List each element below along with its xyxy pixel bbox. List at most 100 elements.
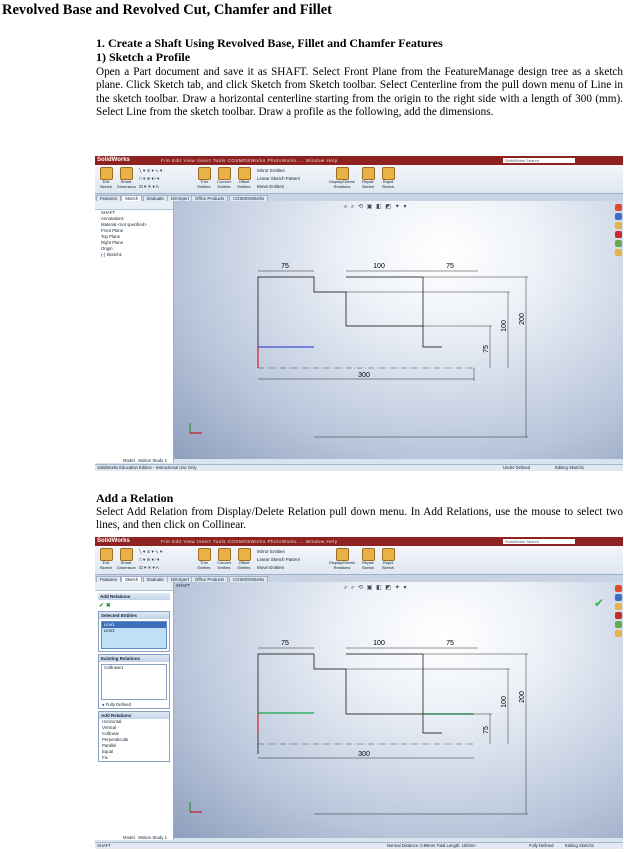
existing-relations-header: Existing Relations — [99, 655, 169, 662]
tree-item-sketch1[interactable]: (-) Sketch1 — [95, 252, 173, 258]
repair-sketch-button[interactable]: Repair Sketch — [359, 167, 377, 189]
selected-entities-header: Selected Entities — [99, 612, 169, 619]
triad-axes-icon — [189, 802, 202, 813]
status-edition: SolidWorks Education Edition - Instructi… — [97, 465, 197, 470]
solidworks-screenshot-sketch: SolidWorks File Edit View Insert Tools C… — [95, 156, 623, 471]
dim-75-top: 75 — [281, 263, 289, 270]
status-bar: SHAFT Normal Distance: 0.99mm Total Leng… — [95, 842, 623, 849]
sketch-tools-row[interactable]: ╲ ▾ ⊙ ▾ ∿ ▾ — [139, 168, 162, 174]
dim-100-top: 100 — [373, 640, 385, 647]
dim-200-vertical: 200 — [519, 313, 526, 325]
sketch-shapes-row[interactable]: □ ▾ ⊖ ▾ ∕ ▾ — [139, 176, 159, 182]
dim-300: 300 — [358, 751, 370, 758]
tab-model[interactable]: Model — [123, 835, 135, 840]
status-document: SHAFT — [97, 843, 111, 848]
display-delete-relations-button[interactable]: Display/Delete Relations — [327, 548, 357, 570]
sketch-shapes-row[interactable]: □ ▾ ⊖ ▾ ∕ ▾ — [139, 557, 159, 563]
search-input[interactable]: SolidWorks Search — [503, 158, 575, 163]
exit-sketch-button[interactable]: Exit Sketch — [97, 167, 115, 189]
graphics-area[interactable]: ⌕ ⌕ ⟲ ▣ ◧ ◩ ✦ ▾ 75 100 75 300 75 100 200 — [174, 201, 623, 459]
sketch-points-row[interactable]: ⊡ ▾ ✳ ▾ A — [139, 184, 159, 190]
panel-toolbar[interactable] — [95, 201, 173, 210]
rapid-sketch-button[interactable]: Rapid Sketch — [379, 548, 397, 570]
trim-entities-button[interactable]: Trim Entities — [195, 548, 213, 570]
menu-bar[interactable]: File Edit View Insert Tools COSMOSWorks … — [161, 539, 338, 544]
linear-pattern-button[interactable]: Linear Sketch Pattern — [257, 176, 300, 181]
list-item[interactable]: Line3 — [102, 628, 166, 634]
rapid-sketch-button[interactable]: Rapid Sketch — [379, 167, 397, 189]
dim-300: 300 — [358, 372, 370, 379]
smart-dimension-button[interactable]: Smart Dimension — [117, 548, 136, 570]
move-entities-button[interactable]: Move Entities — [257, 184, 284, 189]
task-pane-tabs[interactable] — [614, 583, 623, 639]
selected-entities-group: Selected Entities Line1 Line3 — [98, 611, 170, 652]
sketch-drawing: 75 100 75 300 75 100 200 — [189, 263, 528, 438]
model-tabs: Model Motion Study 1 — [123, 835, 167, 840]
dim-100-top: 100 — [373, 263, 385, 270]
dim-100-vertical: 100 — [501, 696, 508, 708]
solidworks-logo: SolidWorks — [97, 538, 130, 544]
sketch-drawing: 75 100 75 300 75 100 200 — [189, 640, 528, 815]
mirror-entities-button[interactable]: Mirror Entities — [257, 549, 285, 554]
tab-motion-study[interactable]: Motion Study 1 — [138, 835, 167, 840]
repair-sketch-button[interactable]: Repair Sketch — [359, 548, 377, 570]
dim-75-right: 75 — [446, 263, 454, 270]
panel-toolbar[interactable] — [95, 582, 173, 591]
triad-axes-icon — [189, 423, 202, 434]
property-manager: Add Relations ✔ ✖ Selected Entities Line… — [95, 582, 174, 840]
mirror-entities-button[interactable]: Mirror Entities — [257, 168, 285, 173]
ok-cancel-icons[interactable]: ✔ ✖ — [95, 602, 173, 609]
menu-bar[interactable]: File Edit View Insert Tools COSMOSWorks … — [161, 158, 338, 163]
info-icon: ● — [102, 702, 105, 707]
list-item[interactable]: Collinear1 — [102, 665, 166, 671]
command-tabs: Features Sketch Evaluate DimXpert Office… — [95, 575, 623, 583]
search-input[interactable]: SolidWorks Search — [503, 539, 575, 544]
task-pane-tabs[interactable] — [614, 202, 623, 258]
add-relation-heading: Add a Relation — [96, 491, 174, 505]
command-manager: Exit Sketch Smart Dimension ╲ ▾ ⊙ ▾ ∿ ▾ … — [95, 546, 623, 575]
graphics-area[interactable]: SHAFT ⌕ ⌕ ⟲ ▣ ◧ ◩ ✦ ▾ ✔ 75 100 75 300 75… — [174, 582, 623, 838]
selected-entities-list[interactable]: Line1 Line3 — [101, 621, 167, 649]
dim-75-vertical: 75 — [483, 726, 490, 734]
app-titlebar: SolidWorks File Edit View Insert Tools C… — [95, 156, 623, 165]
add-relations-group: Add Relations Horizontal Vertical Collin… — [98, 711, 170, 762]
solidworks-screenshot-add-relation: SolidWorks File Edit View Insert Tools C… — [95, 537, 623, 849]
existing-relations-list[interactable]: Collinear1 — [101, 664, 167, 700]
exit-sketch-button[interactable]: Exit Sketch — [97, 548, 115, 570]
status-definition: Under Defined — [503, 465, 531, 470]
subsection-heading: 1) Sketch a Profile — [96, 50, 191, 64]
command-manager: Exit Sketch Smart Dimension ╲ ▾ ⊙ ▾ ∿ ▾ … — [95, 165, 623, 194]
existing-relations-group: Existing Relations Collinear1 ● Fully De… — [98, 654, 170, 709]
sketch-tools-row[interactable]: ╲ ▾ ⊙ ▾ ∿ ▾ — [139, 549, 162, 555]
status-editing: Editing Sketch1 — [555, 465, 585, 470]
dim-200-vertical: 200 — [519, 691, 526, 703]
trim-entities-button[interactable]: Trim Entities — [195, 167, 213, 189]
dim-75-right: 75 — [446, 640, 454, 647]
status-editing: Editing Sketch1 — [565, 843, 595, 848]
offset-entities-button[interactable]: Offset Entities — [235, 548, 253, 570]
linear-pattern-button[interactable]: Linear Sketch Pattern — [257, 557, 300, 562]
status-definition: Fully Defined — [529, 843, 554, 848]
tab-model[interactable]: Model — [123, 458, 135, 463]
feature-manager-tree: SHAFT Annotations Material <not specifie… — [95, 201, 174, 463]
tab-motion-study[interactable]: Motion Study 1 — [138, 458, 167, 463]
solidworks-logo: SolidWorks — [97, 157, 130, 163]
command-tabs: Features Sketch Evaluate DimXpert Office… — [95, 194, 623, 202]
instruction-paragraph-1: Open a Part document and save it as SHAF… — [96, 66, 623, 119]
smart-dimension-button[interactable]: Smart Dimension — [117, 167, 136, 189]
convert-entities-button[interactable]: Convert Entities — [215, 548, 233, 570]
relation-fix-button[interactable]: Fix — [99, 755, 169, 761]
display-delete-relations-button[interactable]: Display/Delete Relations — [327, 167, 357, 189]
add-relations-header: Add Relations — [99, 712, 169, 719]
sketch-points-row[interactable]: ⊡ ▾ ✳ ▾ A — [139, 565, 159, 571]
convert-entities-button[interactable]: Convert Entities — [215, 167, 233, 189]
offset-entities-button[interactable]: Offset Entities — [235, 167, 253, 189]
profile-line — [257, 276, 442, 368]
document-title: Revolved Base and Revolved Cut, Chamfer … — [2, 2, 333, 18]
instruction-paragraph-2: Select Add Relation from Display/Delete … — [96, 506, 623, 532]
move-entities-button[interactable]: Move Entities — [257, 565, 284, 570]
dim-75-vertical: 75 — [483, 345, 490, 353]
section-heading: 1. Create a Shaft Using Revolved Base, F… — [96, 36, 443, 50]
model-tabs: Model Motion Study 1 — [123, 458, 167, 463]
app-titlebar: SolidWorks File Edit View Insert Tools C… — [95, 537, 623, 546]
